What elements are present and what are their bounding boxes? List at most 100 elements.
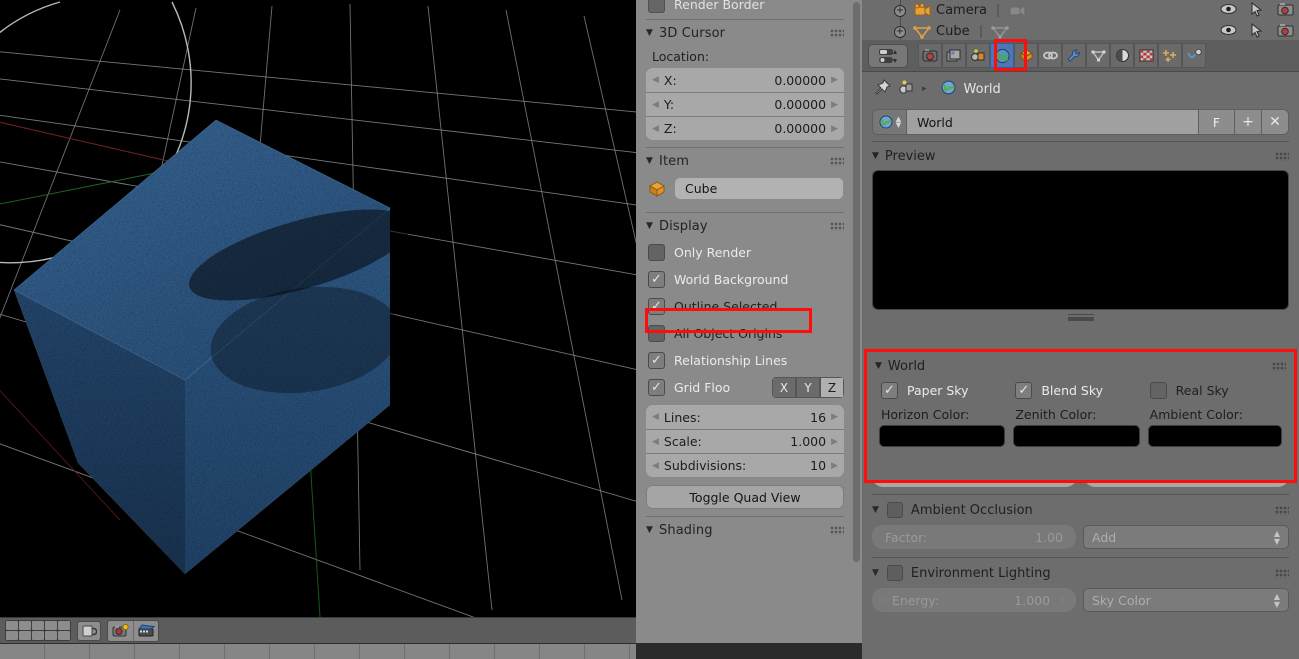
camera-render-icon[interactable] (1277, 2, 1295, 20)
blend-sky-checkbox[interactable]: ✓ (1015, 382, 1033, 399)
camera-data-icon[interactable] (1007, 3, 1026, 19)
cursor-icon[interactable] (1251, 22, 1263, 41)
zenith-color-swatch[interactable] (1013, 425, 1140, 447)
grid-scale-field[interactable]: ◀ Scale: 1.000 ▶ (646, 429, 844, 453)
left-arrow-icon[interactable]: ◀ (652, 412, 659, 422)
layer-cell[interactable] (6, 621, 18, 630)
datablock-browse-button[interactable]: ▲ ▼ (873, 110, 907, 134)
mesh-data-icon[interactable] (990, 24, 1009, 40)
grid-axis-x[interactable]: X (772, 377, 796, 398)
drag-grip-icon[interactable] (830, 221, 844, 231)
right-arrow-icon[interactable]: ▶ (1061, 595, 1068, 605)
display-all-object-origins-row[interactable]: ✓ All Object Origins (646, 320, 844, 347)
cursor-icon[interactable] (1251, 1, 1263, 20)
panel-header-preview[interactable]: ▼ Preview (872, 142, 1289, 170)
render-border-row[interactable]: ✓ Render Border (646, 0, 844, 13)
particles-tab[interactable] (1158, 43, 1182, 68)
layer-cell[interactable] (19, 621, 31, 630)
panel-header-environment-lighting[interactable]: ▼ Environment Lighting (862, 558, 1299, 588)
new-world-button[interactable]: + (1234, 110, 1261, 134)
blend-sky-row[interactable]: ✓ Blend Sky (1013, 378, 1147, 403)
object-name-field[interactable]: Cube (674, 177, 844, 200)
panel-header-world[interactable]: ▼ World (875, 354, 1286, 378)
layer-cell[interactable] (6, 631, 18, 640)
unlink-world-button[interactable]: ✕ (1261, 110, 1288, 134)
display-relationship-lines-row[interactable]: ✓ Relationship Lines (646, 347, 844, 374)
scene-tab[interactable] (966, 43, 990, 68)
horizon-color-swatch[interactable] (879, 425, 1006, 447)
panel-header-3d-cursor[interactable]: ▼ 3D Cursor (646, 20, 844, 46)
drag-grip-icon[interactable] (830, 156, 844, 166)
layer-buttons[interactable] (5, 620, 71, 641)
world-preview-render[interactable] (872, 170, 1289, 310)
right-arrow-icon[interactable]: ▶ (831, 75, 838, 85)
grid-floor-checkbox[interactable]: ✓ (648, 379, 665, 396)
panel-header-ambient-occlusion[interactable]: ▼ Ambient Occlusion (862, 495, 1299, 525)
real-sky-row[interactable]: ✓ Real Sky (1148, 378, 1282, 403)
drag-grip-icon[interactable] (830, 525, 844, 535)
env-energy-field[interactable]: ◀ Energy: 1.000 ▶ (872, 588, 1076, 612)
env-source-dropdown[interactable]: Sky Color ▲ ▼ (1083, 588, 1289, 612)
outliner-row-cube[interactable]: + Cube (862, 21, 1299, 40)
world-background-checkbox[interactable]: ✓ (648, 271, 665, 288)
layer-cell[interactable] (58, 631, 70, 640)
scene-icon[interactable] (898, 79, 915, 99)
modifiers-tab[interactable] (1062, 43, 1086, 68)
render-image-icon[interactable] (108, 621, 133, 641)
layer-cell[interactable] (58, 621, 70, 630)
display-only-render-row[interactable]: ✓ Only Render (646, 239, 844, 266)
left-arrow-icon[interactable]: ◀ (652, 100, 659, 110)
eye-icon[interactable] (1220, 24, 1237, 39)
expand-icon[interactable]: + (894, 25, 906, 38)
panel-header-item[interactable]: ▼ Item (646, 148, 844, 174)
3d-viewport[interactable] (0, 0, 636, 617)
ao-blend-mode-dropdown[interactable]: Add ▲ ▼ (1083, 525, 1289, 549)
toggle-quad-view-button[interactable]: Toggle Quad View (646, 485, 844, 509)
grid-subdivisions-field[interactable]: ◀ Subdivisions: 10 ▶ (646, 453, 844, 477)
layer-cell[interactable] (45, 621, 57, 630)
drag-grip-icon[interactable] (1275, 505, 1289, 515)
eye-icon[interactable] (1220, 3, 1237, 18)
real-sky-checkbox[interactable]: ✓ (1149, 382, 1167, 399)
right-arrow-icon[interactable]: ▶ (831, 124, 838, 134)
display-world-background-row[interactable]: ✓ World Background (646, 266, 844, 293)
drag-grip-icon[interactable] (1275, 568, 1289, 578)
paper-sky-row[interactable]: ✓ Paper Sky (879, 378, 1013, 403)
display-outline-selected-row[interactable]: ✓ Outline Selected (646, 293, 844, 320)
only-render-checkbox[interactable]: ✓ (648, 244, 665, 261)
sidebar-scrollbar[interactable] (853, 2, 860, 562)
material-tab[interactable] (1110, 43, 1134, 68)
layer-cell[interactable] (19, 631, 31, 640)
left-arrow-icon[interactable]: ◀ (880, 595, 887, 605)
data-tab[interactable] (1086, 43, 1110, 68)
left-arrow-icon[interactable]: ◀ (652, 437, 659, 447)
fake-user-button[interactable]: F (1198, 110, 1234, 134)
world-name-field[interactable]: World (907, 110, 1198, 134)
outline-selected-checkbox[interactable]: ✓ (648, 298, 665, 315)
texture-tab[interactable] (1134, 43, 1158, 68)
grid-axis-z[interactable]: Z (820, 377, 844, 398)
right-arrow-icon[interactable]: ▶ (831, 461, 838, 471)
all-object-origins-checkbox[interactable]: ✓ (648, 325, 665, 342)
layer-cell[interactable] (32, 631, 44, 640)
layer-cell[interactable] (32, 621, 44, 630)
layer-cell[interactable] (45, 631, 57, 640)
drag-grip-icon[interactable] (1272, 361, 1286, 371)
grid-lines-field[interactable]: ◀ Lines: 16 ▶ (646, 405, 844, 429)
cursor-x-field[interactable]: ◀ X: 0.00000 ▶ (646, 68, 844, 92)
expand-icon[interactable]: + (894, 4, 906, 17)
lock-icon[interactable] (77, 620, 101, 641)
grid-axis-y[interactable]: Y (796, 377, 820, 398)
physics-tab[interactable] (1182, 43, 1206, 68)
camera-render-icon[interactable] (1277, 23, 1295, 41)
render-animation-icon[interactable] (133, 620, 158, 641)
ao-factor-field[interactable]: Factor: 1.00 (872, 525, 1076, 549)
constraints-tab[interactable] (1038, 43, 1062, 68)
display-grid-floor-row[interactable]: ✓ Grid Floo X Y Z (646, 374, 844, 401)
panel-header-shading[interactable]: ▼ Shading (646, 517, 844, 543)
outliner-row-camera[interactable]: + Camera (862, 0, 1299, 21)
panel-header-display[interactable]: ▼ Display (646, 213, 844, 239)
pin-icon[interactable] (874, 79, 891, 99)
editor-type-selector[interactable] (868, 43, 908, 68)
left-arrow-icon[interactable]: ◀ (652, 124, 659, 134)
